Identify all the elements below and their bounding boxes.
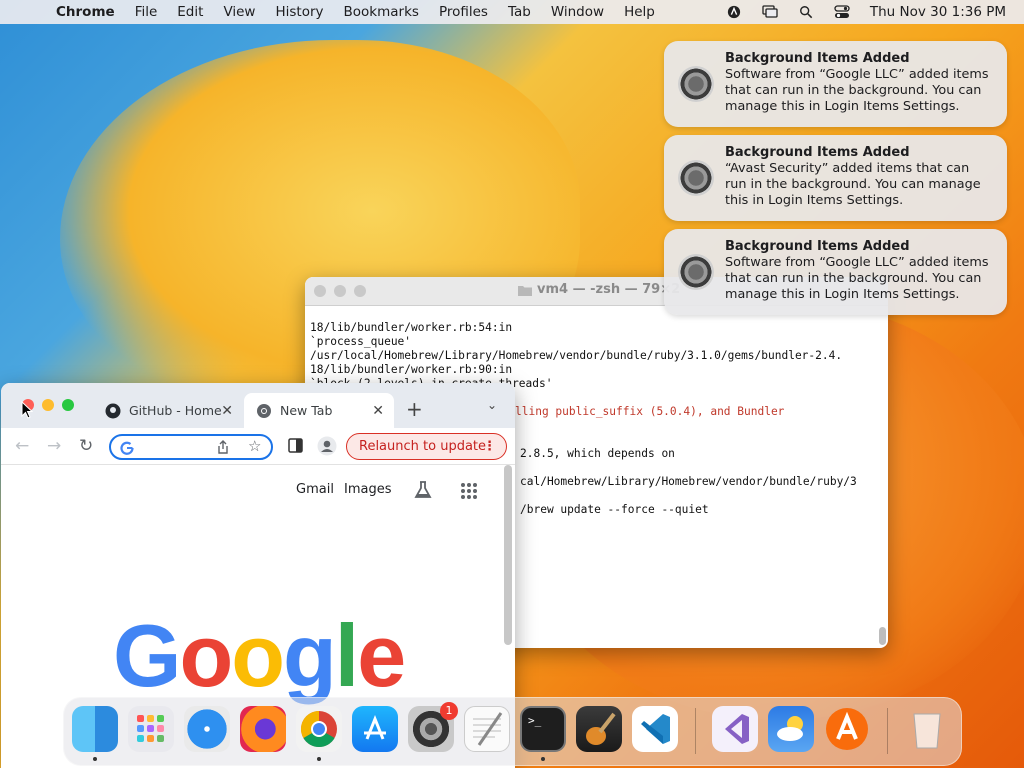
menu-file[interactable]: File [125,0,168,24]
tab-new-tab[interactable]: New Tab ✕ [244,393,394,428]
notification-card[interactable]: Background Items Added Software from “Go… [664,229,1007,315]
terminal-scrollbar[interactable] [879,627,886,645]
notification-title: Background Items Added [725,145,910,160]
chrome-minimize-button[interactable] [42,399,54,411]
github-icon [105,403,121,418]
terminal-close-button[interactable] [314,285,326,297]
terminal-minimize-button[interactable] [334,285,346,297]
logo-letter: l [334,606,359,705]
chrome-dock-icon[interactable] [296,706,342,752]
labs-flask-icon[interactable] [413,480,433,500]
address-bar[interactable]: ☆ [109,434,273,460]
garageband-icon[interactable] [576,706,622,752]
menu-app-name[interactable]: Chrome [46,0,125,24]
mouse-cursor-icon [21,401,33,419]
logo-letter: o [179,606,233,705]
bookmark-star-icon[interactable]: ☆ [248,437,261,455]
launchpad-icon[interactable] [128,706,174,752]
relaunch-label: Relaunch to update [359,439,487,454]
safari-icon[interactable] [184,706,230,752]
screen-mirroring-icon[interactable] [762,5,778,19]
logo-letter: g [282,606,337,705]
notification-title: Background Items Added [725,51,910,66]
menu-bar: Chrome File Edit View History Bookmarks … [0,0,1024,24]
firefox-icon[interactable] [240,706,286,752]
forward-icon[interactable]: → [47,437,61,455]
tab-close-icon[interactable]: ✕ [372,403,384,419]
running-indicator [317,757,321,761]
menu-help[interactable]: Help [614,0,665,24]
notification-card[interactable]: Background Items Added “Avast Security” … [664,135,1007,221]
terminal-line: `process_queue' [310,335,412,348]
chrome-icon [257,403,271,418]
menu-window[interactable]: Window [541,0,614,24]
notification-card[interactable]: Background Items Added Software from “Go… [664,41,1007,127]
logo-letter: o [231,606,285,705]
menu-view[interactable]: View [213,0,265,24]
terminal-zoom-button[interactable] [354,285,366,297]
tab-label: GitHub - Home [129,403,221,418]
system-settings-icon [678,254,714,290]
app-store-icon[interactable] [352,706,398,752]
tab-close-icon[interactable]: ✕ [221,403,233,419]
terminal-dock-icon[interactable]: >_ [520,706,566,752]
terminal-line: 18/lib/bundler/worker.rb:54:in [310,321,513,334]
menu-edit[interactable]: Edit [167,0,213,24]
system-settings-icon [678,160,714,196]
system-settings-icon [678,66,714,102]
side-panel-icon[interactable] [288,438,303,453]
running-indicator [93,757,97,761]
tab-github[interactable]: GitHub - Home ✕ [93,393,243,428]
spotlight-search-icon[interactable] [798,5,814,19]
menu-history[interactable]: History [265,0,333,24]
relaunch-to-update-button[interactable]: Relaunch to update ⋮ [346,433,507,460]
menubar-clock[interactable]: Thu Nov 30 1:36 PM [870,4,1006,20]
new-tab-plus-icon[interactable]: + [406,397,423,421]
visual-studio-icon[interactable] [712,706,758,752]
avast-security-icon[interactable] [824,706,870,752]
images-link[interactable]: Images [344,482,392,497]
tab-search-chevron-icon[interactable]: ⌄ [487,398,497,412]
terminal-line: 18/lib/bundler/worker.rb:90:in [310,363,513,376]
logo-letter: e [357,606,406,705]
terminal-line: /usr/local/Homebrew/Library/Homebrew/ven… [310,349,843,362]
menu-profiles[interactable]: Profiles [429,0,498,24]
dock: >_ [63,697,962,766]
menu-bookmarks[interactable]: Bookmarks [334,0,429,24]
notification-title: Background Items Added [725,239,910,254]
google-logo: Google [113,605,406,707]
weather-icon[interactable] [768,706,814,752]
notification-body: Software from “Google LLC” added items t… [725,255,989,302]
avast-status-icon[interactable] [726,5,742,19]
tab-label: New Tab [280,403,333,418]
apps-grid-icon[interactable] [460,482,478,500]
chrome-zoom-button[interactable] [62,399,74,411]
more-menu-icon[interactable]: ⋮ [483,434,496,459]
vscode-icon[interactable] [632,706,678,752]
running-indicator [541,757,545,761]
control-center-icon[interactable] [834,5,850,19]
gmail-link[interactable]: Gmail [296,482,334,497]
toolbar: ← → ↻ ☆ Relaunch to update ⋮ [1,428,515,465]
notification-badge: 1 [440,702,458,720]
google-g-icon [120,441,134,455]
textedit-icon[interactable] [464,706,510,752]
finder-icon[interactable] [72,706,118,752]
notification-body: “Avast Security” added items that can ru… [725,161,981,208]
share-icon[interactable] [216,440,230,455]
dock-separator [887,708,888,754]
reload-icon[interactable]: ↻ [79,437,93,455]
tab-strip: GitHub - Home ✕ New Tab ✕ + ⌄ [1,383,515,428]
logo-letter: G [113,606,181,705]
page-scrollbar[interactable] [504,465,512,645]
terminal-title: vm4 — -zsh — 79×2 [537,282,681,297]
menu-tab[interactable]: Tab [498,0,541,24]
folder-icon [518,286,532,296]
notification-body: Software from “Google LLC” added items t… [725,67,989,114]
back-icon[interactable]: ← [15,437,29,455]
profile-avatar-icon[interactable] [317,436,337,456]
trash-icon[interactable] [904,706,950,752]
dock-separator [695,708,696,754]
